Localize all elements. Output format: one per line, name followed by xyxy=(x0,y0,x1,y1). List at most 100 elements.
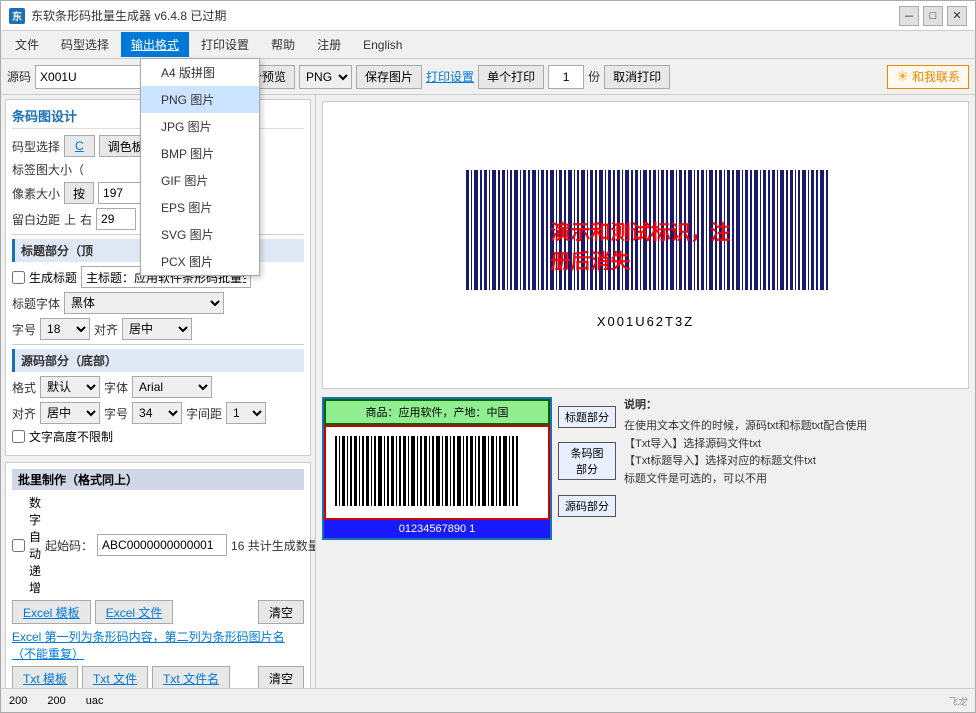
align2-label: 对齐 xyxy=(12,405,36,422)
txt-file-button[interactable]: Txt 文件 xyxy=(82,666,148,688)
status-bar: 200 200 uac 飞龙 xyxy=(1,688,975,712)
main-window: 东 东软条形码批量生成器 v6.4.8 已过期 － □ ✕ 文件 码型选择 输出… xyxy=(0,0,976,713)
menu-print[interactable]: 打印设置 xyxy=(191,32,259,57)
title-font-label: 标题字体 xyxy=(12,295,60,312)
dropdown-jpg[interactable]: JPG 图片 xyxy=(141,113,259,140)
font-size2-label: 字号 xyxy=(104,405,128,422)
source-font-label: 字体 xyxy=(104,379,128,396)
contact-button[interactable]: ☀ 和我联系 xyxy=(887,65,969,89)
margin-top-label: 上 xyxy=(64,211,76,228)
margin-right-input[interactable] xyxy=(96,208,136,230)
preview-header: 商品：应用软件，产地：中国 xyxy=(324,399,550,425)
clear-btn1[interactable]: 清空 xyxy=(258,600,304,624)
title-font-select[interactable]: 黑体 xyxy=(64,292,224,314)
unlimited-height-checkbox[interactable]: 文字高度不限制 xyxy=(12,428,113,445)
status-size2: 200 xyxy=(47,695,65,707)
dropdown-svg[interactable]: SVG 图片 xyxy=(141,221,259,248)
start-code-label: 起始码： xyxy=(45,537,93,554)
copies-input[interactable] xyxy=(548,65,584,89)
gen-title-checkbox[interactable]: 生成标题 xyxy=(12,269,77,286)
label-title: 标题部分 xyxy=(558,406,616,428)
type-label: 码型选择 xyxy=(12,138,60,155)
print-settings-link[interactable]: 打印设置 xyxy=(426,68,474,85)
instruction-title: 说明： xyxy=(624,397,969,415)
branding: 飞龙 xyxy=(947,693,967,708)
txt-filename-button[interactable]: Txt 文件名 xyxy=(152,666,230,688)
excel-template-button[interactable]: Excel 模板 xyxy=(12,600,91,624)
pixel-label: 像素大小 xyxy=(12,185,60,202)
preview-source-text: 01234567890 1 xyxy=(324,520,550,538)
menu-type[interactable]: 码型选择 xyxy=(51,32,119,57)
menu-help[interactable]: 帮助 xyxy=(261,32,305,57)
start-code-input[interactable] xyxy=(97,534,227,556)
app-icon: 东 xyxy=(9,8,25,24)
spacing-select[interactable]: 1 xyxy=(226,402,266,424)
txt-template-button[interactable]: Txt 模板 xyxy=(12,666,78,688)
dropdown-pcx[interactable]: PCX 图片 xyxy=(141,248,259,275)
format2-label: 格式 xyxy=(12,379,36,396)
align-label: 对齐 xyxy=(94,321,118,338)
preview-diagram: 商品：应用软件，产地：中国 xyxy=(322,397,552,540)
barcode-source-display: X001U62T3Z xyxy=(597,314,694,329)
window-controls: － □ ✕ xyxy=(899,6,967,26)
menu-bar: 文件 码型选择 输出格式 打印设置 帮助 注册 English xyxy=(1,31,975,59)
font-size2-select[interactable]: 34 xyxy=(132,402,182,424)
instructions: 说明： 在使用文本文件的时候，源码txt和标题txt配合使用 【Txt导入】选择… xyxy=(624,397,969,683)
save-button[interactable]: 保存图片 xyxy=(356,65,422,89)
menu-output[interactable]: 输出格式 xyxy=(121,32,189,57)
unlimited-height-check[interactable] xyxy=(12,430,25,443)
font-size-select[interactable]: 18 xyxy=(40,318,90,340)
dropdown-bmp[interactable]: BMP 图片 xyxy=(141,140,259,167)
barcode-svg xyxy=(456,160,836,310)
margin-right-label: 右 xyxy=(80,211,92,228)
font-size-label: 字号 xyxy=(12,321,36,338)
margin-label: 留白边距 xyxy=(12,211,60,228)
close-button[interactable]: ✕ xyxy=(947,6,967,26)
dropdown-gif[interactable]: GIF 图片 xyxy=(141,167,259,194)
source-label: 源码 xyxy=(7,68,31,85)
cancel-print-button[interactable]: 取消打印 xyxy=(604,65,670,89)
align-select[interactable]: 居中 xyxy=(122,318,192,340)
barcode-container: 演示和测试标识，注册后消失 X001U62T3Z xyxy=(456,160,836,329)
dropdown-png[interactable]: PNG 图片 xyxy=(141,86,259,113)
status-mode: uac xyxy=(86,695,104,707)
single-print-button[interactable]: 单个打印 xyxy=(478,65,544,89)
status-size1: 200 xyxy=(9,695,27,707)
batch-section: 批里制作（格式同上） 数字自动递增 起始码： 16 共计生成数量 Excel 模… xyxy=(5,462,311,688)
pixel-btn[interactable]: 按 xyxy=(64,182,94,204)
copies-unit: 份 xyxy=(588,68,600,85)
format-select[interactable]: PNG xyxy=(299,65,352,89)
maximize-button[interactable]: □ xyxy=(923,6,943,26)
spacing-label: 字间距 xyxy=(186,405,222,422)
minimize-button[interactable]: － xyxy=(899,6,919,26)
instruction-line2: 【Txt导入】选择源码文件txt xyxy=(624,436,969,454)
label-barcode: 条码图 部分 xyxy=(558,442,616,480)
excel-file-button[interactable]: Excel 文件 xyxy=(95,600,174,624)
dropdown-eps[interactable]: EPS 图片 xyxy=(141,194,259,221)
gen-title-check[interactable] xyxy=(12,271,25,284)
source-font-select[interactable]: Arial xyxy=(132,376,212,398)
type-tab-c[interactable]: C xyxy=(64,135,95,157)
auto-increment-check[interactable] xyxy=(12,539,25,552)
right-panel: 演示和测试标识，注册后消失 X001U62T3Z 商品：应用软件，产地：中国 xyxy=(316,95,975,688)
bottom-section: 商品：应用软件，产地：中国 xyxy=(322,397,969,683)
menu-english[interactable]: English xyxy=(353,34,412,56)
menu-file[interactable]: 文件 xyxy=(5,32,49,57)
size-label: 标签图大小（ xyxy=(12,161,84,178)
format2-select[interactable]: 默认 xyxy=(40,376,100,398)
label-source: 源码部分 xyxy=(558,495,616,517)
dropdown-a4[interactable]: A4 版拼图 xyxy=(141,59,259,86)
menu-register[interactable]: 注册 xyxy=(307,32,351,57)
excel-note[interactable]: Excel 第一列为条形码内容，第二列为条形码图片名（不能重复） xyxy=(12,628,304,662)
count-label: 16 共计生成数量 xyxy=(231,537,316,554)
preview-barcode-area xyxy=(324,425,550,520)
align2-select[interactable]: 居中 xyxy=(40,402,100,424)
batch-title: 批里制作（格式同上） xyxy=(12,469,304,490)
output-dropdown: A4 版拼图 PNG 图片 JPG 图片 BMP 图片 GIF 图片 EPS 图… xyxy=(140,58,260,276)
instruction-line4: 标题文件是可选的，可以不用 xyxy=(624,471,969,489)
clear-btn2[interactable]: 清空 xyxy=(258,666,304,688)
sun-icon: ☀ xyxy=(896,68,909,85)
instruction-line3: 【Txt标题导入】选择对应的标题文件txt xyxy=(624,453,969,471)
title-bar: 东 东软条形码批量生成器 v6.4.8 已过期 － □ ✕ xyxy=(1,1,975,31)
auto-increment-checkbox[interactable]: 数字自动递增 xyxy=(12,494,41,596)
